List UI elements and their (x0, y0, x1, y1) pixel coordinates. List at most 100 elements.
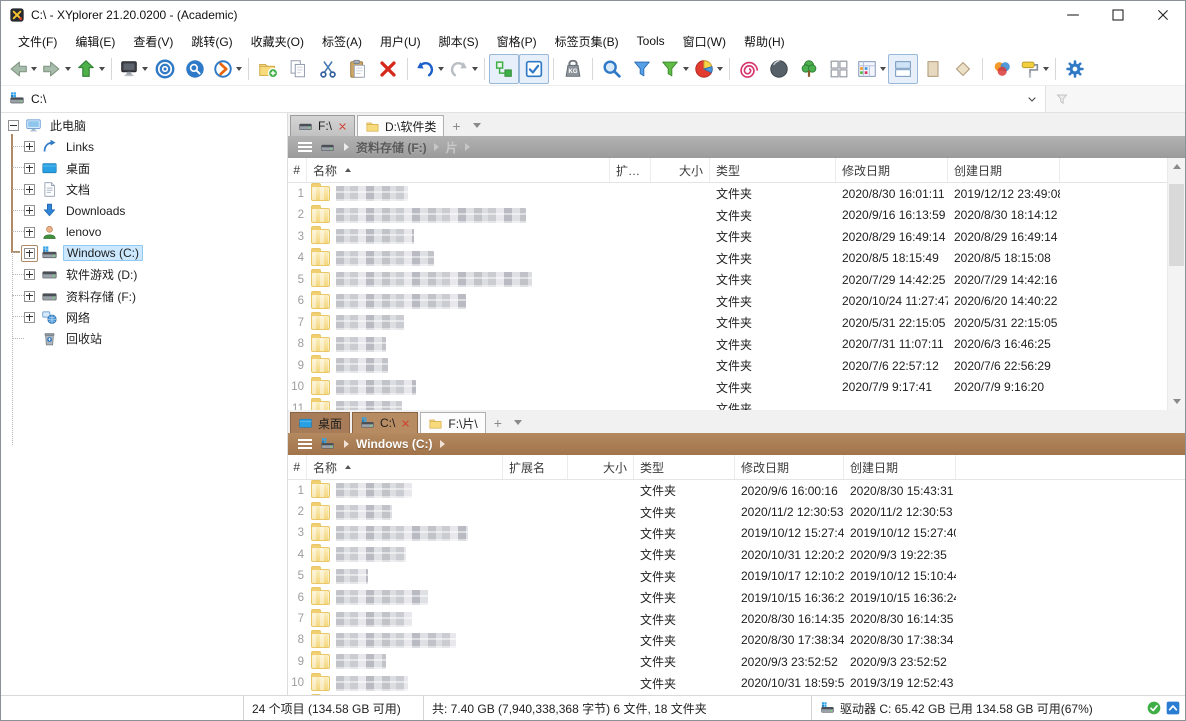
tree-item-label[interactable]: Links (63, 139, 97, 155)
file-name-cell[interactable] (307, 526, 503, 541)
tree-item-label[interactable]: 桌面 (63, 159, 93, 178)
file-row[interactable]: 3文件夹2019/10/12 15:27:402019/10/12 15:27:… (288, 523, 1185, 544)
tree-item-desktop[interactable]: 桌面 (1, 158, 287, 179)
tree-item-label[interactable]: 软件游戏 (D:) (63, 265, 140, 284)
desktop-button[interactable] (116, 54, 150, 84)
tree-expander[interactable] (24, 248, 35, 259)
tree-item-label[interactable]: 资料存储 (F:) (63, 287, 139, 306)
address-dropdown-button[interactable] (1019, 87, 1045, 111)
menu-G[interactable]: 跳转(G) (182, 30, 241, 53)
newfolder-button[interactable] (253, 54, 283, 84)
column-header-4[interactable]: 类型 (710, 158, 836, 182)
colors-button[interactable] (987, 54, 1017, 84)
scroll-thumb[interactable] (1169, 184, 1184, 266)
tab-F片[interactable]: F:\片\ (420, 412, 485, 433)
tiles-button[interactable] (824, 54, 854, 84)
menu-S[interactable]: 脚本(S) (430, 30, 488, 53)
tree-item-label[interactable]: 回收站 (63, 329, 105, 348)
up-button[interactable] (73, 54, 107, 84)
new-tab-button[interactable]: + (446, 115, 466, 136)
dropdown-caret-icon[interactable] (683, 67, 689, 71)
file-row[interactable]: 4文件夹2020/8/5 18:15:492020/8/5 18:15:08 (288, 248, 1185, 270)
back-button[interactable] (5, 54, 39, 84)
tree-item-drive-d[interactable]: 软件游戏 (D:) (1, 264, 287, 285)
column-header-1[interactable]: 名称 (307, 455, 503, 479)
file-row[interactable]: 2文件夹2020/11/2 12:30:532020/11/2 12:30:53 (288, 501, 1185, 522)
breadcrumb-segment[interactable]: 资料存储 (F:) (356, 139, 427, 156)
file-row[interactable]: 10文件夹2020/7/9 9:17:412020/7/9 9:16:20 (288, 377, 1185, 399)
tree-item-label[interactable]: Windows (C:) (63, 245, 143, 261)
treegreen-button[interactable] (794, 54, 824, 84)
column-header-2[interactable]: 扩展名 (503, 455, 568, 479)
dropdown-caret-icon[interactable] (99, 67, 105, 71)
column-header-3[interactable]: 大小 (568, 455, 634, 479)
column-header-5[interactable]: 修改日期 (836, 158, 948, 182)
checkbox-button[interactable] (519, 54, 549, 84)
minimize-button[interactable] (1050, 1, 1095, 29)
menu-U[interactable]: 用户(U) (371, 30, 430, 53)
redo-button[interactable] (446, 54, 480, 84)
menu-V[interactable]: 查看(V) (124, 30, 182, 53)
tab-F[interactable]: F:\ (290, 115, 355, 136)
dropdown-caret-icon[interactable] (1043, 67, 1049, 71)
dropdown-caret-icon[interactable] (717, 67, 723, 71)
tab-list-button[interactable] (508, 412, 528, 433)
go-button[interactable] (210, 54, 244, 84)
menu-F[interactable]: 文件(F) (9, 30, 66, 53)
zoomc-button[interactable] (180, 54, 210, 84)
file-row[interactable]: 1文件夹2020/8/30 16:01:112019/12/12 23:49:0… (288, 183, 1185, 205)
weight-button[interactable]: KG (558, 54, 588, 84)
file-row[interactable]: 3文件夹2020/8/29 16:49:142020/8/29 16:49:14 (288, 226, 1185, 248)
file-name-cell[interactable] (307, 633, 503, 648)
del-button[interactable] (373, 54, 403, 84)
vertical-scrollbar[interactable] (1167, 158, 1185, 410)
file-name-cell[interactable] (307, 208, 610, 223)
column-header-3[interactable]: 大小 (651, 158, 710, 182)
magnifier-button[interactable] (597, 54, 627, 84)
spiral-button[interactable] (734, 54, 764, 84)
tree-expander[interactable] (24, 227, 35, 238)
file-row[interactable]: 2文件夹2020/9/16 16:13:592020/8/30 18:14:12 (288, 205, 1185, 227)
crumb-ghost[interactable]: 片 (446, 139, 458, 156)
tab-close-icon[interactable] (401, 419, 410, 428)
cut-button[interactable] (313, 54, 343, 84)
file-row[interactable]: 7文件夹2020/8/30 16:14:352020/8/30 16:14:35 (288, 608, 1185, 629)
file-name-cell[interactable] (307, 569, 503, 584)
column-header-0[interactable]: # (288, 455, 307, 479)
column-header-6[interactable]: 创建日期 (844, 455, 956, 479)
copy-button[interactable] (283, 54, 313, 84)
pie-button[interactable] (691, 54, 725, 84)
scroll-down-button[interactable] (1168, 393, 1185, 410)
tree-item-this-pc[interactable]: 此电脑 (1, 115, 287, 136)
hamburger-menu-icon[interactable] (298, 142, 312, 152)
tree-expander[interactable] (24, 312, 35, 323)
file-name-cell[interactable] (307, 380, 610, 395)
tree-item-recycle-bin[interactable]: 回收站 (1, 328, 287, 349)
column-header-1[interactable]: 名称 (307, 158, 610, 182)
tab-close-icon[interactable] (338, 122, 347, 131)
gear-button[interactable] (1060, 54, 1090, 84)
dropdown-caret-icon[interactable] (472, 67, 478, 71)
dropdown-caret-icon[interactable] (236, 67, 242, 71)
tree-expander[interactable] (24, 163, 35, 174)
file-name-cell[interactable] (307, 612, 503, 627)
file-name-cell[interactable] (307, 337, 610, 352)
file-row[interactable]: 8文件夹2020/8/30 17:38:342020/8/30 17:38:34 (288, 630, 1185, 651)
file-row[interactable]: 1文件夹2020/9/6 16:00:162020/8/30 15:43:31 (288, 480, 1185, 501)
tree-expander[interactable] (24, 291, 35, 302)
column-header-4[interactable]: 类型 (634, 455, 735, 479)
file-name-cell[interactable] (307, 505, 503, 520)
file-name-cell[interactable] (307, 229, 610, 244)
tree-expander[interactable] (24, 184, 35, 195)
file-row[interactable]: 10文件夹2020/10/31 18:59:502019/3/19 12:52:… (288, 673, 1185, 694)
tree-item-drive-f[interactable]: 资料存储 (F:) (1, 285, 287, 306)
menu-E[interactable]: 编辑(E) (66, 30, 124, 53)
paste-button[interactable] (343, 54, 373, 84)
file-name-cell[interactable] (307, 294, 610, 309)
file-name-cell[interactable] (307, 547, 503, 562)
file-name-cell[interactable] (307, 401, 610, 410)
column-header-5[interactable]: 修改日期 (735, 455, 844, 479)
tree-item-label[interactable]: 网络 (63, 308, 93, 327)
menu-Tools[interactable]: Tools (628, 31, 674, 51)
funnelb-button[interactable] (627, 54, 657, 84)
